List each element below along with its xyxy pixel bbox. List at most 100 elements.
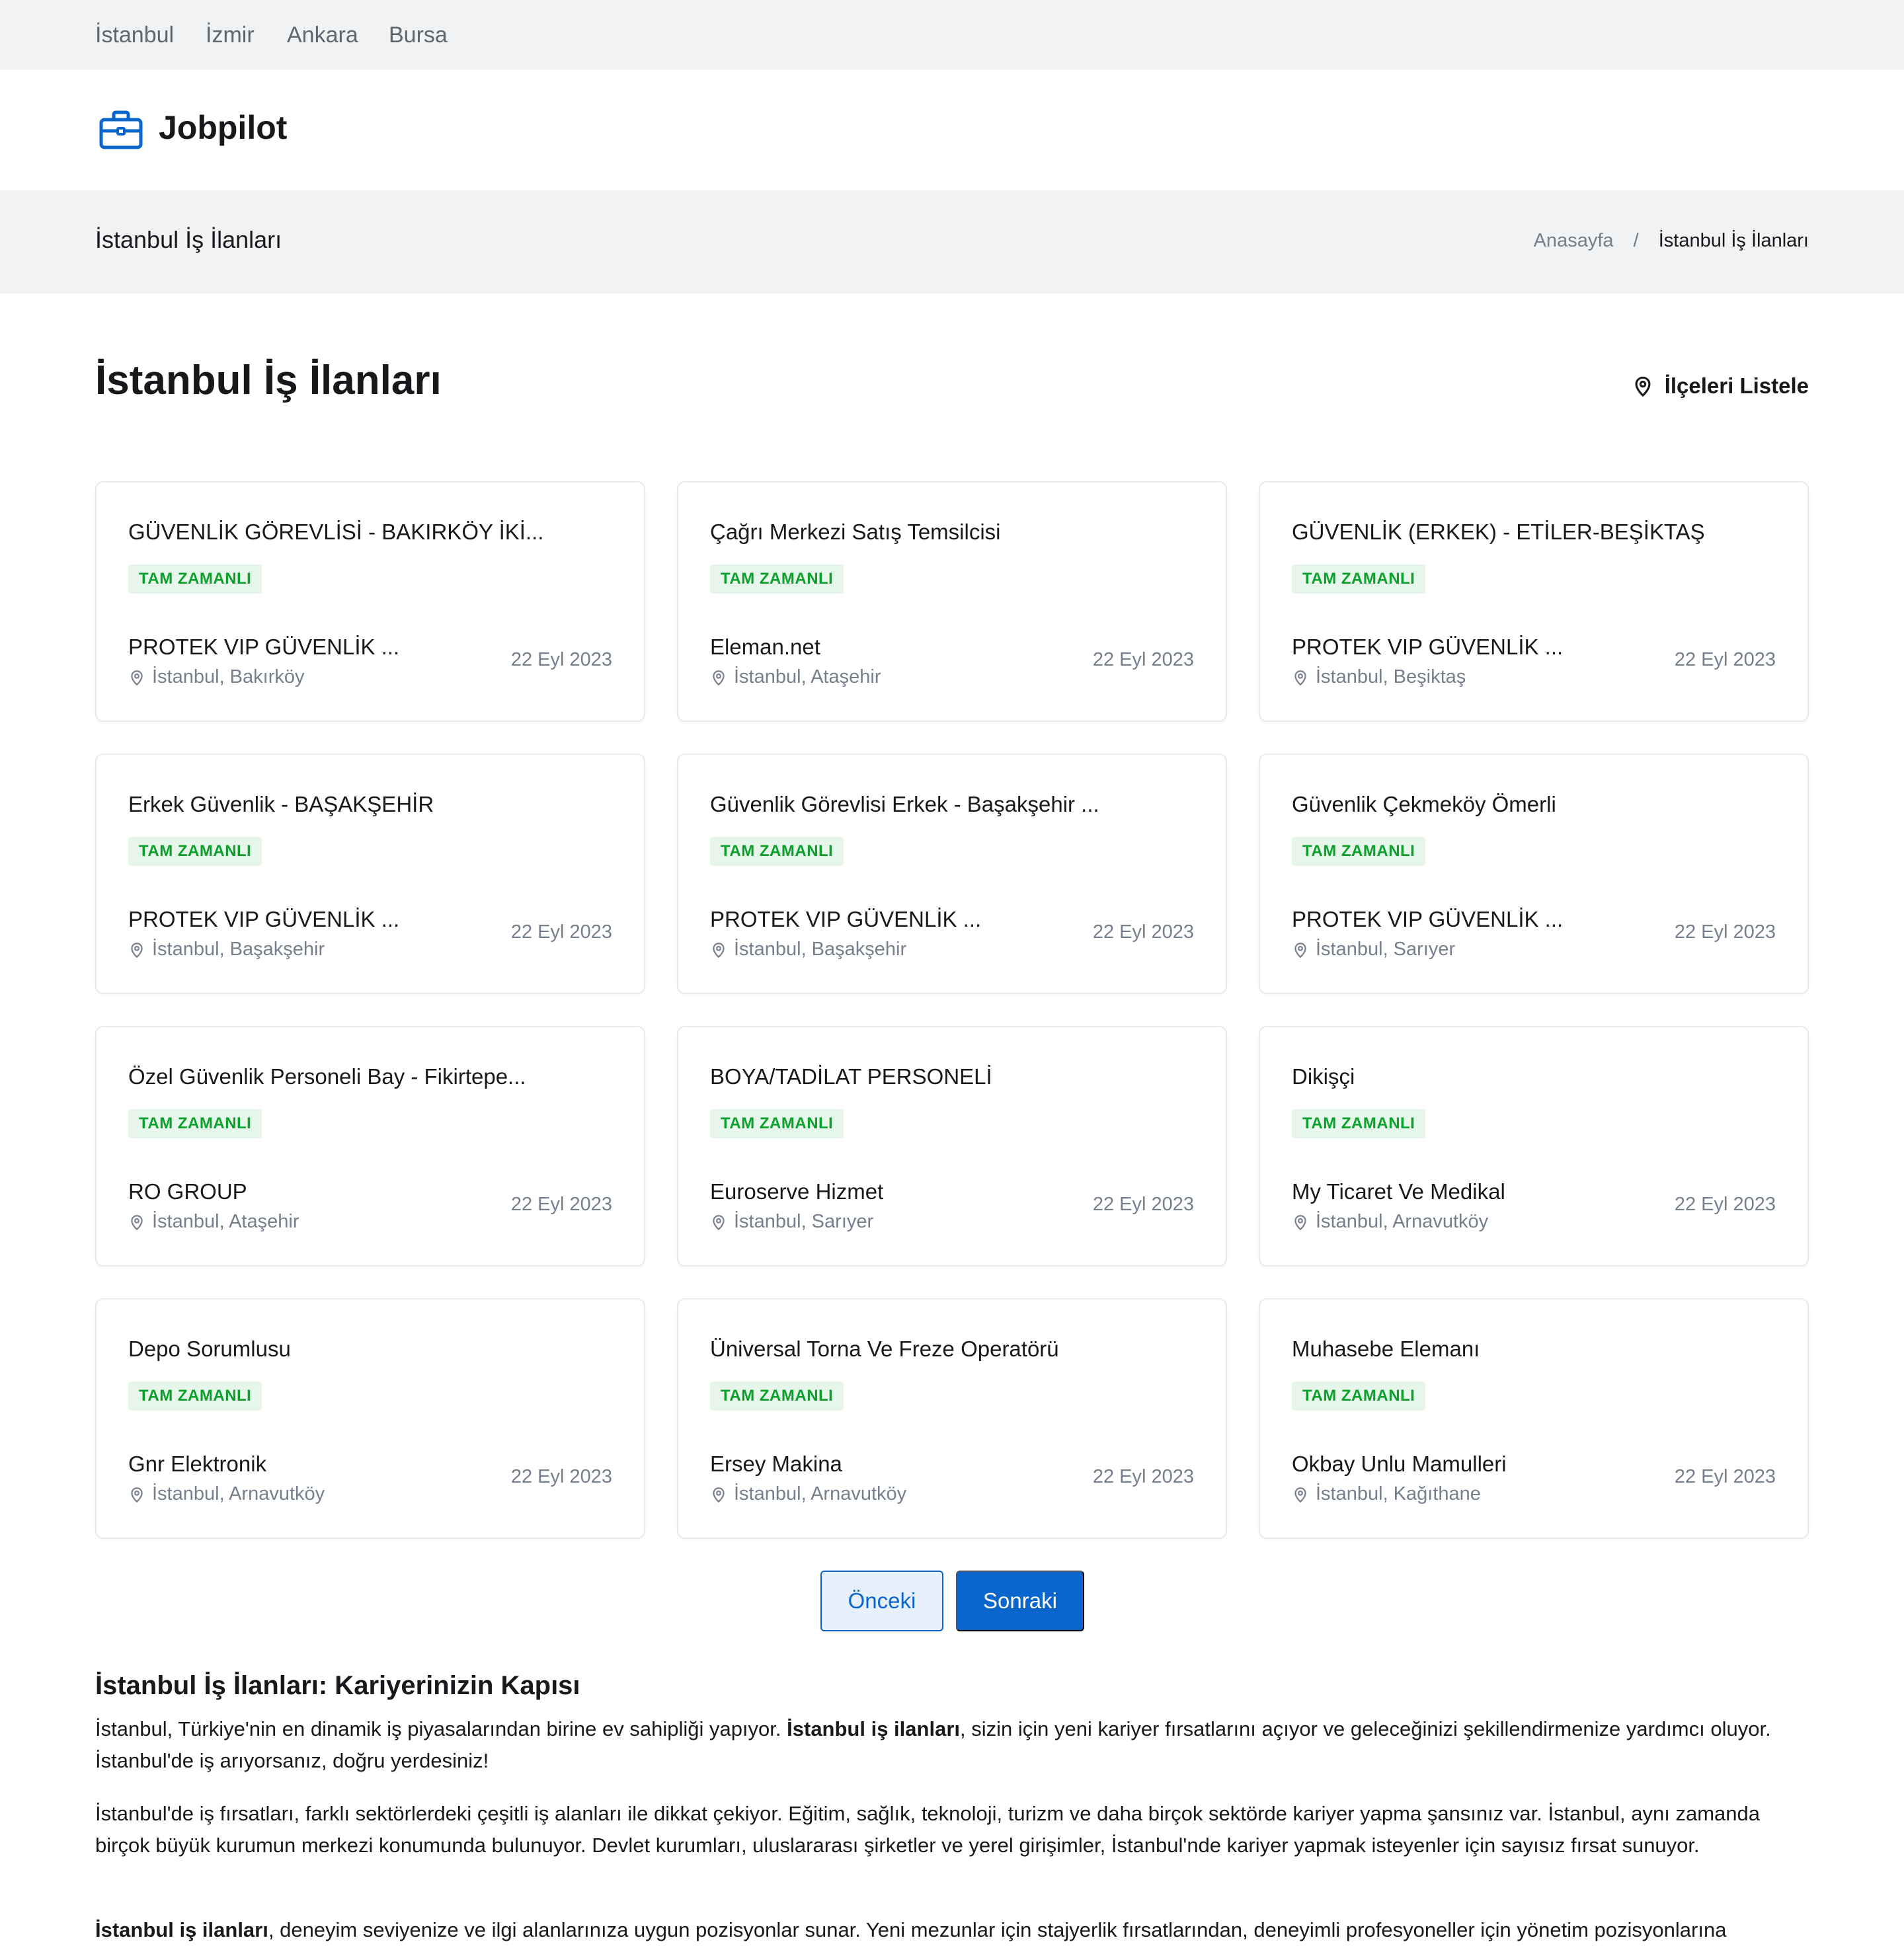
job-title[interactable]: GÜVENLİK (ERKEK) - ETİLER-BEŞİKTAŞ	[1292, 520, 1705, 545]
job-card[interactable]: GÜVENLİK GÖREVLİSİ - BAKIRKÖY İKİ... TAM…	[95, 481, 645, 722]
job-location: İstanbul, Başakşehir	[128, 939, 325, 960]
job-company: PROTEK VIP GÜVENLİK ...	[1292, 907, 1564, 931]
job-card[interactable]: Özel Güvenlik Personeli Bay - Fikirtepe.…	[95, 1026, 645, 1266]
job-company: Okbay Unlu Mamulleri	[1292, 1452, 1507, 1476]
map-pin-icon	[1635, 376, 1651, 397]
job-type-badge: TAM ZAMANLI	[128, 1382, 262, 1411]
seo-paragraph: İstanbul iş ilanları, deneyim seviyenize…	[95, 1914, 1801, 1946]
header: Jobpilot	[0, 70, 1904, 190]
job-title[interactable]: Muhasebe Elemanı	[1292, 1337, 1480, 1362]
job-card[interactable]: GÜVENLİK (ERKEK) - ETİLER-BEŞİKTAŞ TAM Z…	[1259, 481, 1809, 722]
job-location-text: İstanbul, Ataşehir	[734, 666, 881, 687]
job-type-badge: TAM ZAMANLI	[710, 837, 844, 866]
job-card[interactable]: BOYA/TADİLAT PERSONELİ TAM ZAMANLI Euros…	[677, 1026, 1227, 1266]
job-location-text: İstanbul, Beşiktaş	[1316, 666, 1466, 687]
seo-paragraph: İstanbul, Türkiye'nin en dinamik iş piya…	[95, 1713, 1801, 1777]
breadcrumb-home-link[interactable]: Anasayfa	[1534, 230, 1614, 251]
next-page-button[interactable]: Sonraki	[956, 1571, 1084, 1631]
job-title[interactable]: Üniversal Torna Ve Freze Operatörü	[710, 1337, 1059, 1362]
breadcrumb-current: İstanbul İş İlanları	[1658, 230, 1809, 251]
job-company: Euroserve Hizmet	[710, 1179, 884, 1204]
job-location: İstanbul, Başakşehir	[710, 939, 906, 960]
briefcase-icon[interactable]	[98, 107, 144, 153]
job-title[interactable]: Erkek Güvenlik - BAŞAKŞEHİR	[128, 792, 434, 817]
map-pin-icon	[1294, 1487, 1306, 1502]
job-date: 22 Eyl 2023	[510, 1466, 612, 1487]
job-title[interactable]: Güvenlik Çekmeköy Ömerli	[1292, 792, 1556, 817]
map-pin-icon	[1294, 670, 1306, 685]
job-location-text: İstanbul, Sarıyer	[1316, 939, 1456, 960]
page-title: İstanbul İş İlanları	[95, 358, 442, 403]
job-date: 22 Eyl 2023	[1674, 1194, 1776, 1215]
job-company: My Ticaret Ve Medikal	[1292, 1179, 1505, 1204]
job-location: İstanbul, Kağıthane	[1292, 1483, 1481, 1505]
job-location-text: İstanbul, Sarıyer	[734, 1211, 874, 1232]
job-location-text: İstanbul, Bakırköy	[152, 666, 305, 687]
map-pin-icon	[1294, 1214, 1306, 1230]
job-title[interactable]: Çağrı Merkezi Satış Temsilcisi	[710, 520, 1001, 545]
breadcrumb: Anasayfa / İstanbul İş İlanları	[1534, 230, 1809, 252]
list-districts-label: İlçeleri Listele	[1664, 373, 1809, 398]
job-location: İstanbul, Sarıyer	[1292, 939, 1455, 960]
nav-city-istanbul[interactable]: İstanbul	[95, 22, 174, 48]
job-title[interactable]: Özel Güvenlik Personeli Bay - Fikirtepe.…	[128, 1064, 526, 1089]
job-date: 22 Eyl 2023	[1092, 921, 1194, 943]
job-title[interactable]: BOYA/TADİLAT PERSONELİ	[710, 1064, 992, 1089]
job-card[interactable]: Üniversal Torna Ve Freze Operatörü TAM Z…	[677, 1298, 1227, 1539]
job-type-badge: TAM ZAMANLI	[1292, 1109, 1426, 1138]
job-type-badge: TAM ZAMANLI	[128, 564, 262, 594]
map-pin-icon	[1294, 942, 1306, 958]
job-company: PROTEK VIP GÜVENLİK ...	[710, 907, 982, 931]
job-card[interactable]: Dikişçi TAM ZAMANLI My Ticaret Ve Medika…	[1259, 1026, 1809, 1266]
job-card[interactable]: Güvenlik Çekmeköy Ömerli TAM ZAMANLI PRO…	[1259, 754, 1809, 994]
job-date: 22 Eyl 2023	[510, 921, 612, 943]
job-date: 22 Eyl 2023	[1674, 649, 1776, 670]
job-location: İstanbul, Ataşehir	[128, 1211, 299, 1233]
job-location: İstanbul, Arnavutköy	[128, 1483, 325, 1505]
job-company: RO GROUP	[128, 1179, 247, 1204]
job-date: 22 Eyl 2023	[1092, 649, 1194, 670]
job-title[interactable]: Güvenlik Görevlisi Erkek - Başakşehir ..…	[710, 792, 1099, 817]
job-title[interactable]: GÜVENLİK GÖREVLİSİ - BAKIRKÖY İKİ...	[128, 520, 543, 545]
job-card[interactable]: Güvenlik Görevlisi Erkek - Başakşehir ..…	[677, 754, 1227, 994]
job-card[interactable]: Erkek Güvenlik - BAŞAKŞEHİR TAM ZAMANLI …	[95, 754, 645, 994]
job-location: İstanbul, Arnavutköy	[1292, 1211, 1488, 1233]
list-districts-button[interactable]: İlçeleri Listele	[1632, 373, 1809, 399]
job-location: İstanbul, Beşiktaş	[1292, 666, 1466, 688]
job-type-badge: TAM ZAMANLI	[1292, 564, 1426, 594]
job-company: PROTEK VIP GÜVENLİK ...	[128, 907, 400, 931]
nav-city-izmir[interactable]: İzmir	[206, 22, 255, 48]
job-date: 22 Eyl 2023	[1674, 1466, 1776, 1487]
breadcrumb-page-title: İstanbul İş İlanları	[95, 226, 282, 253]
job-title[interactable]: Depo Sorumlusu	[128, 1337, 291, 1362]
job-card[interactable]: Çağrı Merkezi Satış Temsilcisi TAM ZAMAN…	[677, 481, 1227, 722]
nav-city-ankara[interactable]: Ankara	[287, 22, 358, 48]
top-city-nav: İstanbul İzmir Ankara Bursa	[0, 0, 1904, 70]
job-date: 22 Eyl 2023	[510, 1194, 612, 1215]
job-type-badge: TAM ZAMANLI	[710, 1109, 844, 1138]
seo-paragraph: İstanbul'de iş fırsatları, farklı sektör…	[95, 1802, 1760, 1857]
job-date: 22 Eyl 2023	[1092, 1466, 1194, 1487]
previous-page-button[interactable]: Önceki	[820, 1571, 943, 1631]
job-title[interactable]: Dikişçi	[1292, 1064, 1355, 1089]
seo-keyword: İstanbul iş ilanları	[95, 1918, 268, 1941]
job-company: Eleman.net	[710, 635, 820, 659]
job-card[interactable]: Muhasebe Elemanı TAM ZAMANLI Okbay Unlu …	[1259, 1298, 1809, 1539]
job-type-badge: TAM ZAMANLI	[128, 1109, 262, 1138]
map-pin-icon	[713, 1487, 725, 1502]
map-pin-icon	[713, 942, 725, 958]
nav-city-bursa[interactable]: Bursa	[389, 22, 448, 48]
job-type-badge: TAM ZAMANLI	[1292, 837, 1426, 866]
job-type-badge: TAM ZAMANLI	[710, 564, 844, 594]
job-date: 22 Eyl 2023	[510, 649, 612, 670]
job-type-badge: TAM ZAMANLI	[1292, 1382, 1426, 1411]
brand-name[interactable]: Jobpilot	[159, 108, 287, 147]
job-company: PROTEK VIP GÜVENLİK ...	[128, 635, 400, 659]
job-card[interactable]: Depo Sorumlusu TAM ZAMANLI Gnr Elektroni…	[95, 1298, 645, 1539]
map-pin-icon	[713, 1214, 725, 1230]
job-company: PROTEK VIP GÜVENLİK ...	[1292, 635, 1564, 659]
breadcrumb-bar: İstanbul İş İlanları Anasayfa / İstanbul…	[0, 190, 1904, 293]
job-location-text: İstanbul, Arnavutköy	[152, 1483, 325, 1504]
map-pin-icon	[131, 1487, 143, 1502]
map-pin-icon	[131, 670, 143, 685]
